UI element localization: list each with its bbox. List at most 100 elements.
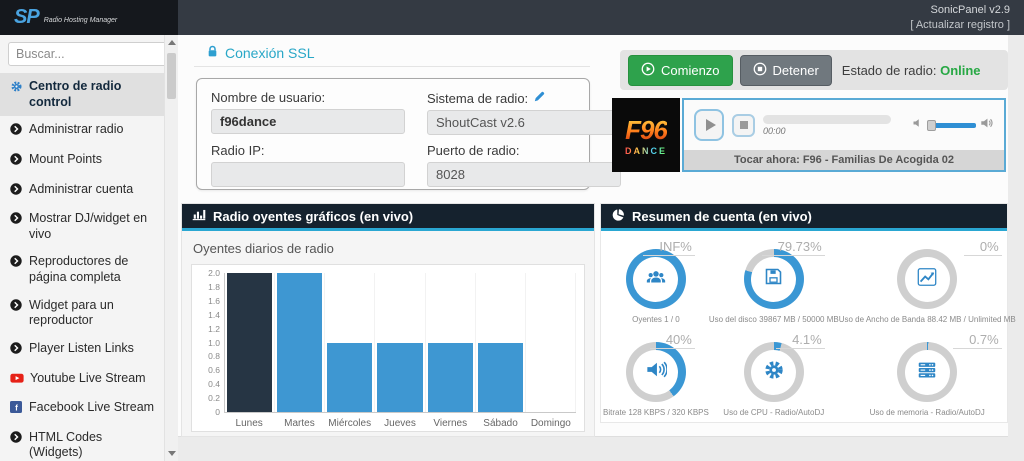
username-field[interactable] xyxy=(211,109,405,134)
audio-player: 00:00 Tocar ahora: F96 - Familias De Aco… xyxy=(682,98,1006,172)
x-axis-label: Sábado xyxy=(475,418,525,429)
bar-miércoles xyxy=(327,343,372,413)
volume-slider[interactable] xyxy=(928,123,976,128)
search-input[interactable] xyxy=(8,42,185,66)
gauge-percent: 79.73% xyxy=(762,239,825,256)
scroll-up-icon[interactable] xyxy=(168,40,176,45)
gauge-bandwidth: 0% Uso de Ancho de Banda 88.42 MB / Unlim… xyxy=(839,237,1016,330)
x-axis-label: Martes xyxy=(274,418,324,429)
chevron-circle-icon xyxy=(10,123,23,140)
bandwidth-icon xyxy=(916,266,938,293)
sidebar-item-label: Mostrar DJ/widget en vivo xyxy=(29,211,156,242)
chevron-circle-icon xyxy=(10,299,23,316)
bar-lunes xyxy=(227,273,272,412)
bar-sábado xyxy=(478,343,523,413)
ssl-label: Conexión SSL xyxy=(225,45,315,61)
radio-port-field[interactable] xyxy=(427,162,621,187)
chart-column xyxy=(426,273,476,412)
sidebar-item-mostrar-dj-widget-en-vivo[interactable]: Mostrar DJ/widget en vivo xyxy=(0,205,164,248)
y-axis-tick: 0.8 xyxy=(208,351,220,361)
youtube-icon xyxy=(10,372,24,389)
ssl-connection-link[interactable]: Conexión SSL xyxy=(206,44,315,61)
gauge-ring xyxy=(897,249,957,309)
username-label: Nombre de usuario: xyxy=(211,90,405,105)
gauge-percent: 4.1% xyxy=(776,332,825,349)
sidebar-item-administrar-cuenta[interactable]: Administrar cuenta xyxy=(0,176,164,206)
sidebar-item-centro-de-radio-control[interactable]: Centro de radio control xyxy=(0,73,164,116)
sidebar-item-label: Youtube Live Stream xyxy=(30,371,146,387)
sidebar-item-label: Widget para un reproductor xyxy=(29,298,156,329)
sidebar-item-administrar-radio[interactable]: Administrar radio xyxy=(0,116,164,146)
sidebar-scrollbar[interactable] xyxy=(164,35,178,461)
chart-column xyxy=(275,273,325,412)
x-axis-label: Jueves xyxy=(375,418,425,429)
progress-bar[interactable] xyxy=(763,115,891,124)
radio-system-field[interactable] xyxy=(427,110,621,135)
edit-pencil-icon[interactable] xyxy=(533,90,546,106)
y-axis-tick: 1.8 xyxy=(208,282,220,292)
listeners-chart-panel: Radio oyentes gráficos (en vivo) Oyentes… xyxy=(181,203,595,437)
sidebar-item-facebook-live-stream[interactable]: f Facebook Live Stream xyxy=(0,394,164,424)
gauge-percent: 0% xyxy=(964,239,1002,256)
x-axis-label: Lunes xyxy=(224,418,274,429)
chart-column xyxy=(375,273,425,412)
y-axis-tick: 0.2 xyxy=(208,393,220,403)
player-stop-button[interactable] xyxy=(732,114,755,137)
gauge-label: Uso del disco 39867 MB / 50000 MB xyxy=(709,315,839,324)
sidebar-item-mount-points[interactable]: Mount Points xyxy=(0,146,164,176)
play-circle-icon xyxy=(641,62,655,79)
sidebar-item-label: Facebook Live Stream xyxy=(29,400,154,416)
gauge-listeners: INF%Oyentes 1 / 0 xyxy=(603,237,709,330)
memory-icon xyxy=(916,359,938,386)
chart-column xyxy=(526,273,576,412)
stop-button[interactable]: Detener xyxy=(740,55,832,86)
update-registry-link[interactable]: [ Actualizar registro ] xyxy=(910,18,1010,33)
content-area: Conexión SSL Nombre de usuario: Sistema … xyxy=(178,35,1008,437)
start-button-label: Comienzo xyxy=(661,63,720,78)
y-axis-tick: 0.6 xyxy=(208,365,220,375)
cpu-icon xyxy=(763,359,785,386)
sidebar-item-html-codes-widgets[interactable]: HTML Codes (Widgets) xyxy=(0,424,164,461)
listeners-icon xyxy=(645,266,667,293)
sidebar-item-label: HTML Codes (Widgets) xyxy=(29,430,156,461)
sidebar-item-label: Administrar radio xyxy=(29,122,123,138)
stop-icon xyxy=(740,121,748,129)
start-button[interactable]: Comienzo xyxy=(628,55,733,86)
sidebar: Centro de radio control Administrar radio… xyxy=(0,35,178,461)
sidebar-item-reproductores-de-p-gina-completa[interactable]: Reproductores de página completa xyxy=(0,248,164,291)
radio-ip-field[interactable] xyxy=(211,162,405,187)
listeners-panel-header: Radio oyentes gráficos (en vivo) xyxy=(182,204,594,231)
volume-up-icon[interactable] xyxy=(980,116,994,135)
volume-slider-thumb[interactable] xyxy=(927,120,936,131)
y-axis-tick: 2.0 xyxy=(208,268,220,278)
play-icon xyxy=(706,119,716,131)
player-time: 00:00 xyxy=(763,126,891,136)
scroll-down-icon[interactable] xyxy=(168,451,176,456)
bar-viernes xyxy=(428,343,473,413)
bar-martes xyxy=(277,273,322,412)
logo-subtitle: Radio Hosting Manager xyxy=(44,17,118,24)
gauge-percent: 0.7% xyxy=(953,332,1002,349)
sidebar-menu: Centro de radio control Administrar radio… xyxy=(0,73,164,461)
chart-column xyxy=(225,273,275,412)
sidebar-item-player-listen-links[interactable]: Player Listen Links xyxy=(0,335,164,365)
player-play-button[interactable] xyxy=(694,109,724,141)
facebook-icon: f xyxy=(10,401,23,418)
y-axis-tick: 1.2 xyxy=(208,324,220,334)
volume-mute-icon[interactable] xyxy=(912,116,924,134)
station-logo: F96 DANCE xyxy=(612,98,680,172)
now-playing-bar: Tocar ahora: F96 - Familias De Acogida 0… xyxy=(684,150,1004,170)
sidebar-item-widget-para-un-reproductor[interactable]: Widget para un reproductor xyxy=(0,292,164,335)
sidebar-item-youtube-live-stream[interactable]: Youtube Live Stream xyxy=(0,365,164,395)
sidebar-item-label: Administrar cuenta xyxy=(29,182,133,198)
bar-chart-icon xyxy=(192,208,206,224)
summary-panel-title: Resumen de cuenta (en vivo) xyxy=(632,209,812,224)
gauge-label: Uso de Ancho de Banda 88.42 MB / Unlimit… xyxy=(839,315,1016,324)
chevron-circle-icon xyxy=(10,255,23,272)
sidebar-item-label: Reproductores de página completa xyxy=(29,254,156,285)
listeners-panel-title: Radio oyentes gráficos (en vivo) xyxy=(213,209,413,224)
radio-ip-label: Radio IP: xyxy=(211,143,405,158)
main-area: Conexión SSL Nombre de usuario: Sistema … xyxy=(178,35,1024,461)
bar-jueves xyxy=(377,343,422,413)
scrollbar-thumb[interactable] xyxy=(167,53,176,99)
